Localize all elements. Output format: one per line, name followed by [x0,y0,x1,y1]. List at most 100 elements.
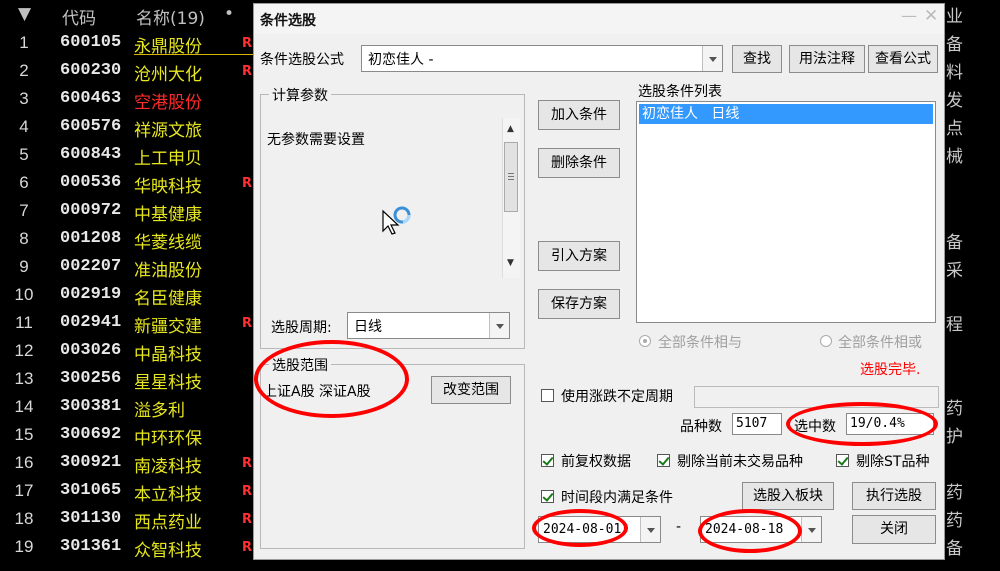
stock-row[interactable]: 6 000536 华映科技 R [0,170,260,198]
condition-list[interactable]: 初恋佳人 日线 [636,101,936,323]
stock-name: 华映科技 [134,177,202,197]
row-number: 16 [14,453,34,472]
dialog-titlebar[interactable]: 条件选股 — ✕ [254,4,944,34]
chevron-down-icon[interactable] [801,517,821,542]
fq-data-checkbox[interactable] [541,454,554,467]
stock-row[interactable]: 10 002919 名臣健康 [0,282,260,310]
status-text: 选股完毕. [860,362,921,378]
row-number: 6 [19,173,29,192]
radio-and-label: 全部条件相与 [658,335,742,351]
usage-notes-button[interactable]: 用法注释 [789,45,865,73]
find-button[interactable]: 查找 [732,45,782,73]
stock-row[interactable]: 7 000972 中基健康 [0,198,260,226]
change-range-button[interactable]: 改变范围 [431,376,511,404]
chevron-down-icon[interactable] [640,517,660,542]
stock-row[interactable]: 14 300381 溢多利 [0,394,260,422]
stock-code: 002207 [60,257,122,276]
variable-period-label: 使用涨跌不定周期 [561,389,673,405]
margin-flag: R [242,316,253,331]
margin-flag: R [242,456,253,471]
stock-row[interactable]: 2 600230 沧州大化 R [0,58,260,86]
exclude-st-checkbox[interactable] [836,454,849,467]
dialog-title: 条件选股 [260,13,316,29]
period-select[interactable]: 日线 [347,312,510,339]
right-column-char: 药 [946,483,963,503]
stock-name: 南凌科技 [134,457,202,477]
stock-row[interactable]: 13 300256 星星科技 [0,366,260,394]
right-column-char: 药 [946,399,963,419]
variable-period-checkbox[interactable] [541,389,554,402]
stock-row[interactable]: 18 301130 西点药业 R [0,506,260,534]
scroll-down-icon[interactable]: ▼ [507,258,514,268]
stock-row[interactable]: 5 600843 上工申贝 [0,142,260,170]
right-column-char: 程 [946,315,963,335]
range-group-title: 选股范围 [269,355,331,375]
minimize-icon[interactable]: — [901,6,917,25]
chevron-down-icon[interactable] [702,46,722,71]
stock-row[interactable]: 16 300921 南凌科技 R [0,450,260,478]
stock-code: 600576 [60,117,122,136]
execute-button[interactable]: 执行选股 [852,482,936,510]
radio-and[interactable] [639,335,651,347]
date-from-value: 2024-08-01 [543,522,622,537]
header-code[interactable]: 代码 [62,4,96,29]
close-button[interactable]: 关闭 [852,515,936,544]
radio-or[interactable] [820,335,832,347]
stock-row[interactable]: 9 002207 准油股份 [0,254,260,282]
stock-code: 300692 [60,425,122,444]
selected-count-label: 选中数 [794,419,836,435]
params-scrollbar[interactable]: ▲ ▼ [502,118,520,278]
row-number: 18 [14,509,34,528]
stock-row[interactable]: 11 002941 新疆交建 R [0,310,260,338]
chevron-down-icon[interactable] [489,313,509,338]
import-plan-button[interactable]: 引入方案 [538,241,620,271]
header-name[interactable]: 名称(19) [136,4,205,29]
row-number: 12 [14,341,34,360]
variable-period-bar [694,386,939,408]
stock-row[interactable]: 15 300692 中环环保 [0,422,260,450]
exclude-untraded-checkbox[interactable] [657,454,670,467]
period-label: 选股周期: [271,320,332,336]
right-column-char: 械 [946,147,963,167]
date-to-picker[interactable]: 2024-08-18 [700,516,822,543]
stock-name: 中环环保 [134,429,202,449]
time-range-checkbox[interactable] [541,490,554,503]
delete-condition-button[interactable]: 删除条件 [538,148,620,178]
save-plan-button[interactable]: 保存方案 [538,289,620,319]
row-number: 19 [14,537,34,556]
margin-flag: R [242,36,253,51]
stock-row[interactable]: 3 600463 空港股份 [0,86,260,114]
stock-row[interactable]: 12 003026 中晶科技 [0,338,260,366]
params-group-title: 计算参数 [269,85,331,105]
params-text: 无参数需要设置 [267,132,365,148]
row-number: 8 [19,229,29,248]
date-to-value: 2024-08-18 [705,522,784,537]
stock-row[interactable]: 4 600576 祥源文旅 [0,114,260,142]
add-to-board-button[interactable]: 选股入板块 [742,482,834,510]
stock-row[interactable]: 1 600105 永鼎股份 R [0,30,260,58]
stock-code: 301065 [60,481,122,500]
variety-count-label: 品种数 [680,419,722,435]
row-number: 17 [14,481,34,500]
sort-marker[interactable]: ▼ [18,4,31,24]
stock-filter-dialog: 条件选股 — ✕ 条件选股公式 初恋佳人 - 查找 用法注释 查看公式 计算参数… [253,3,945,560]
row-number: 10 [14,285,34,304]
busy-cursor-icon [381,205,415,243]
stock-row[interactable]: 8 001208 华菱线缆 [0,226,260,254]
scroll-up-icon[interactable]: ▲ [507,124,514,134]
radio-or-label: 全部条件相或 [838,335,922,351]
period-value: 日线 [354,319,382,335]
condition-item[interactable]: 初恋佳人 日线 [639,104,933,124]
margin-flag: R [242,64,253,79]
stock-code: 002919 [60,285,122,304]
stock-name: 溢多利 [134,401,185,421]
view-formula-button[interactable]: 查看公式 [868,45,938,73]
exclude-st-label: 剔除ST品种 [856,454,930,470]
stock-row[interactable]: 19 301361 众智科技 R [0,534,260,562]
date-from-picker[interactable]: 2024-08-01 [538,516,661,543]
scroll-thumb[interactable] [504,142,518,212]
formula-select[interactable]: 初恋佳人 - [361,45,723,72]
add-condition-button[interactable]: 加入条件 [538,100,620,130]
stock-row[interactable]: 17 301065 本立科技 R [0,478,260,506]
close-icon[interactable]: ✕ [924,6,938,26]
